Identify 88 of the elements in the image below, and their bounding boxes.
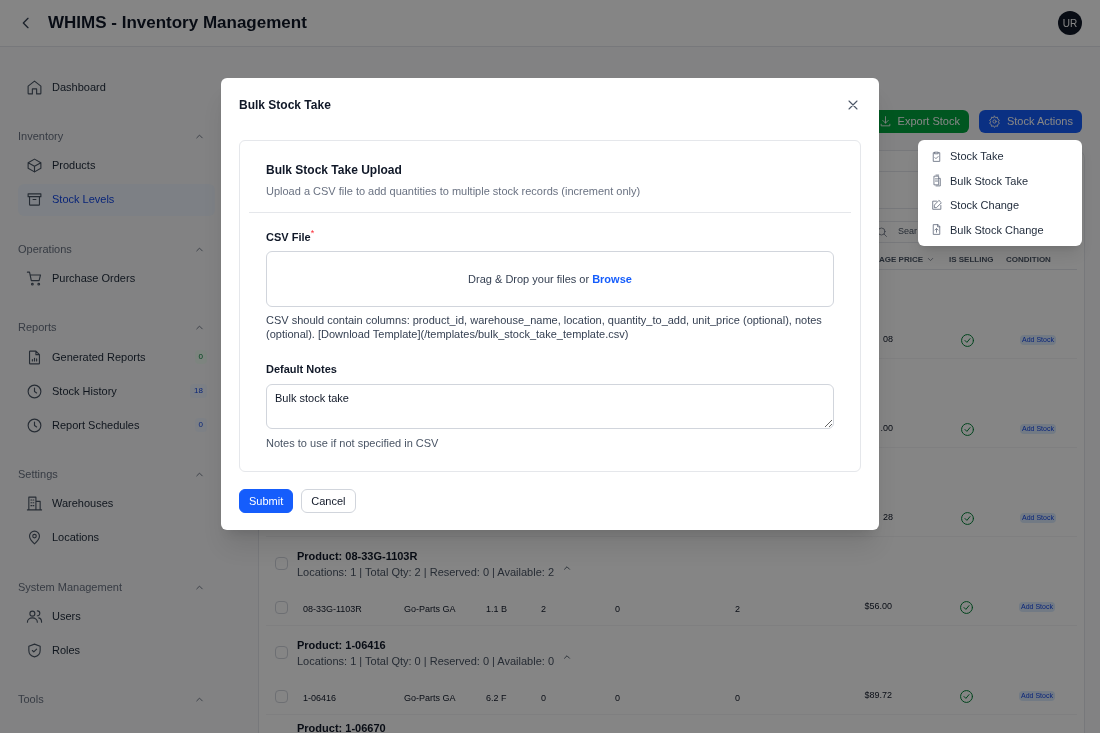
clock-icon [26,382,43,400]
checkbox[interactable] [275,646,288,659]
table-cell: $56.00 [864,600,892,614]
table-cell: 0 [615,693,620,703]
sidebar-item[interactable]: Users [18,600,215,633]
dialog-button[interactable]: Submit [239,489,294,513]
help-text: CSV should contain columns: product_id, warehouse_name, location, quantity_to_add, unit_price (optional), notes (optional). [Download Template](/templates/bulk_stock_take_template.csv) [266,313,823,341]
toolbar-button[interactable]: Stock Actions [978,110,1082,133]
table-cell: 6.2 F [486,693,507,703]
sidebar-item[interactable]: Generated Reports 0 [18,341,215,373]
checkbox[interactable] [275,689,288,703]
product-title: Product: 1-06416 [297,638,387,652]
menu-item[interactable]: Stock Take [918,144,1082,169]
table-cell: 08-33G-1103R [303,604,362,614]
section-header[interactable]: Inventory [18,125,215,148]
table-cell: 28 [883,511,893,525]
count-badge: 0 [194,418,207,432]
field-label: Default Notes [266,362,338,377]
table-cell: 08 [883,333,893,347]
column-header[interactable]: CONDITION [1006,253,1051,266]
section-header[interactable]: Operations [18,237,215,261]
table-cell: 0 [615,604,620,614]
sidebar-item[interactable]: Roles [18,634,215,667]
section-header[interactable]: Reports [18,316,215,339]
document-chart-icon [26,348,43,366]
modal-title: Bulk Stock Take [239,97,331,114]
dialog-button[interactable]: Cancel [301,489,356,513]
table-cell: Go-Parts GA [404,604,456,614]
shield-icon [26,641,43,659]
menu-item[interactable]: Stock Change [918,193,1082,218]
clipboard-check-icon [930,149,943,163]
cube-icon [26,157,43,175]
form-heading: Bulk Stock Take Upload [266,162,403,179]
notes-field[interactable]: Bulk stock take [266,383,834,429]
menu-item[interactable]: Bulk Stock Take [918,168,1082,193]
settings-icon [987,115,1001,128]
archive-icon [26,191,43,209]
section-header[interactable]: Settings [18,463,215,486]
table-cell: .00 [880,422,893,436]
file-upload-icon [930,223,943,237]
checkbox[interactable] [275,600,288,614]
required-mark: * [310,228,315,238]
column-header[interactable]: AGE PRICE [879,253,923,266]
product-summary: Locations: 1 | Total Qty: 2 | Reserved: 0 | Available: 2 [297,565,555,580]
dropzone-text: Drag & Drop your files or [468,271,590,287]
users-icon [26,607,43,625]
sidebar-item[interactable]: Warehouses [18,487,215,520]
product-title: Product: 1-06670 [297,721,386,733]
table-cell: $89.72 [864,689,892,703]
browse-link[interactable]: Browse [592,270,632,288]
sidebar-item[interactable]: Stock History 18 [18,375,215,407]
search-icon [876,226,888,238]
pencil-icon [930,198,943,212]
product-summary: Locations: 1 | Total Qty: 0 | Reserved: 0 | Available: 0 [297,654,555,669]
sidebar-item[interactable]: Products [18,149,215,182]
menu-item[interactable]: Bulk Stock Change [918,217,1082,242]
table-cell: 1.1 B [486,604,507,614]
field-label: CSV File [266,229,311,245]
table-cell: Go-Parts GA [404,693,456,703]
product-title: Product: 08-33G-1103R [297,549,419,563]
home-icon [26,78,43,96]
sidebar-item[interactable]: Dashboard [18,71,215,103]
hint-text: Notes to use if not specified in CSV [266,435,440,451]
building-icon [26,495,43,513]
sidebar-item[interactable]: Locations [18,521,215,554]
map-pin-icon [26,529,43,547]
file-dropzone[interactable]: Drag & Drop your files or Browse [266,251,834,307]
sidebar-item[interactable]: Purchase Orders [18,262,215,295]
download-icon [878,115,892,128]
table-cell: 2 [541,604,546,614]
table-cell: 2 [735,604,740,614]
table-cell: 0 [541,693,546,703]
sort-icon [926,255,935,264]
clock-icon [26,416,43,434]
section-header[interactable]: System Management [18,575,215,599]
checkbox[interactable] [275,557,288,570]
sidebar-item[interactable]: Stock Levels [18,183,215,216]
table-cell: 1-06416 [303,693,337,703]
sidebar-item[interactable]: Report Schedules 0 [18,409,215,441]
column-header[interactable]: IS SELLING [949,253,994,266]
table-cell: 0 [735,693,740,703]
app-title: WHIMS - Inventory Management [48,12,307,35]
count-badge: 0 [194,350,207,364]
section-header[interactable]: Tools [18,688,215,712]
form-subtitle: Upload a CSV file to add quantities to multiple stock records (increment only) [266,184,642,199]
avatar[interactable]: UR [1058,11,1082,35]
count-badge: 18 [190,384,207,398]
cart-icon [26,269,43,287]
